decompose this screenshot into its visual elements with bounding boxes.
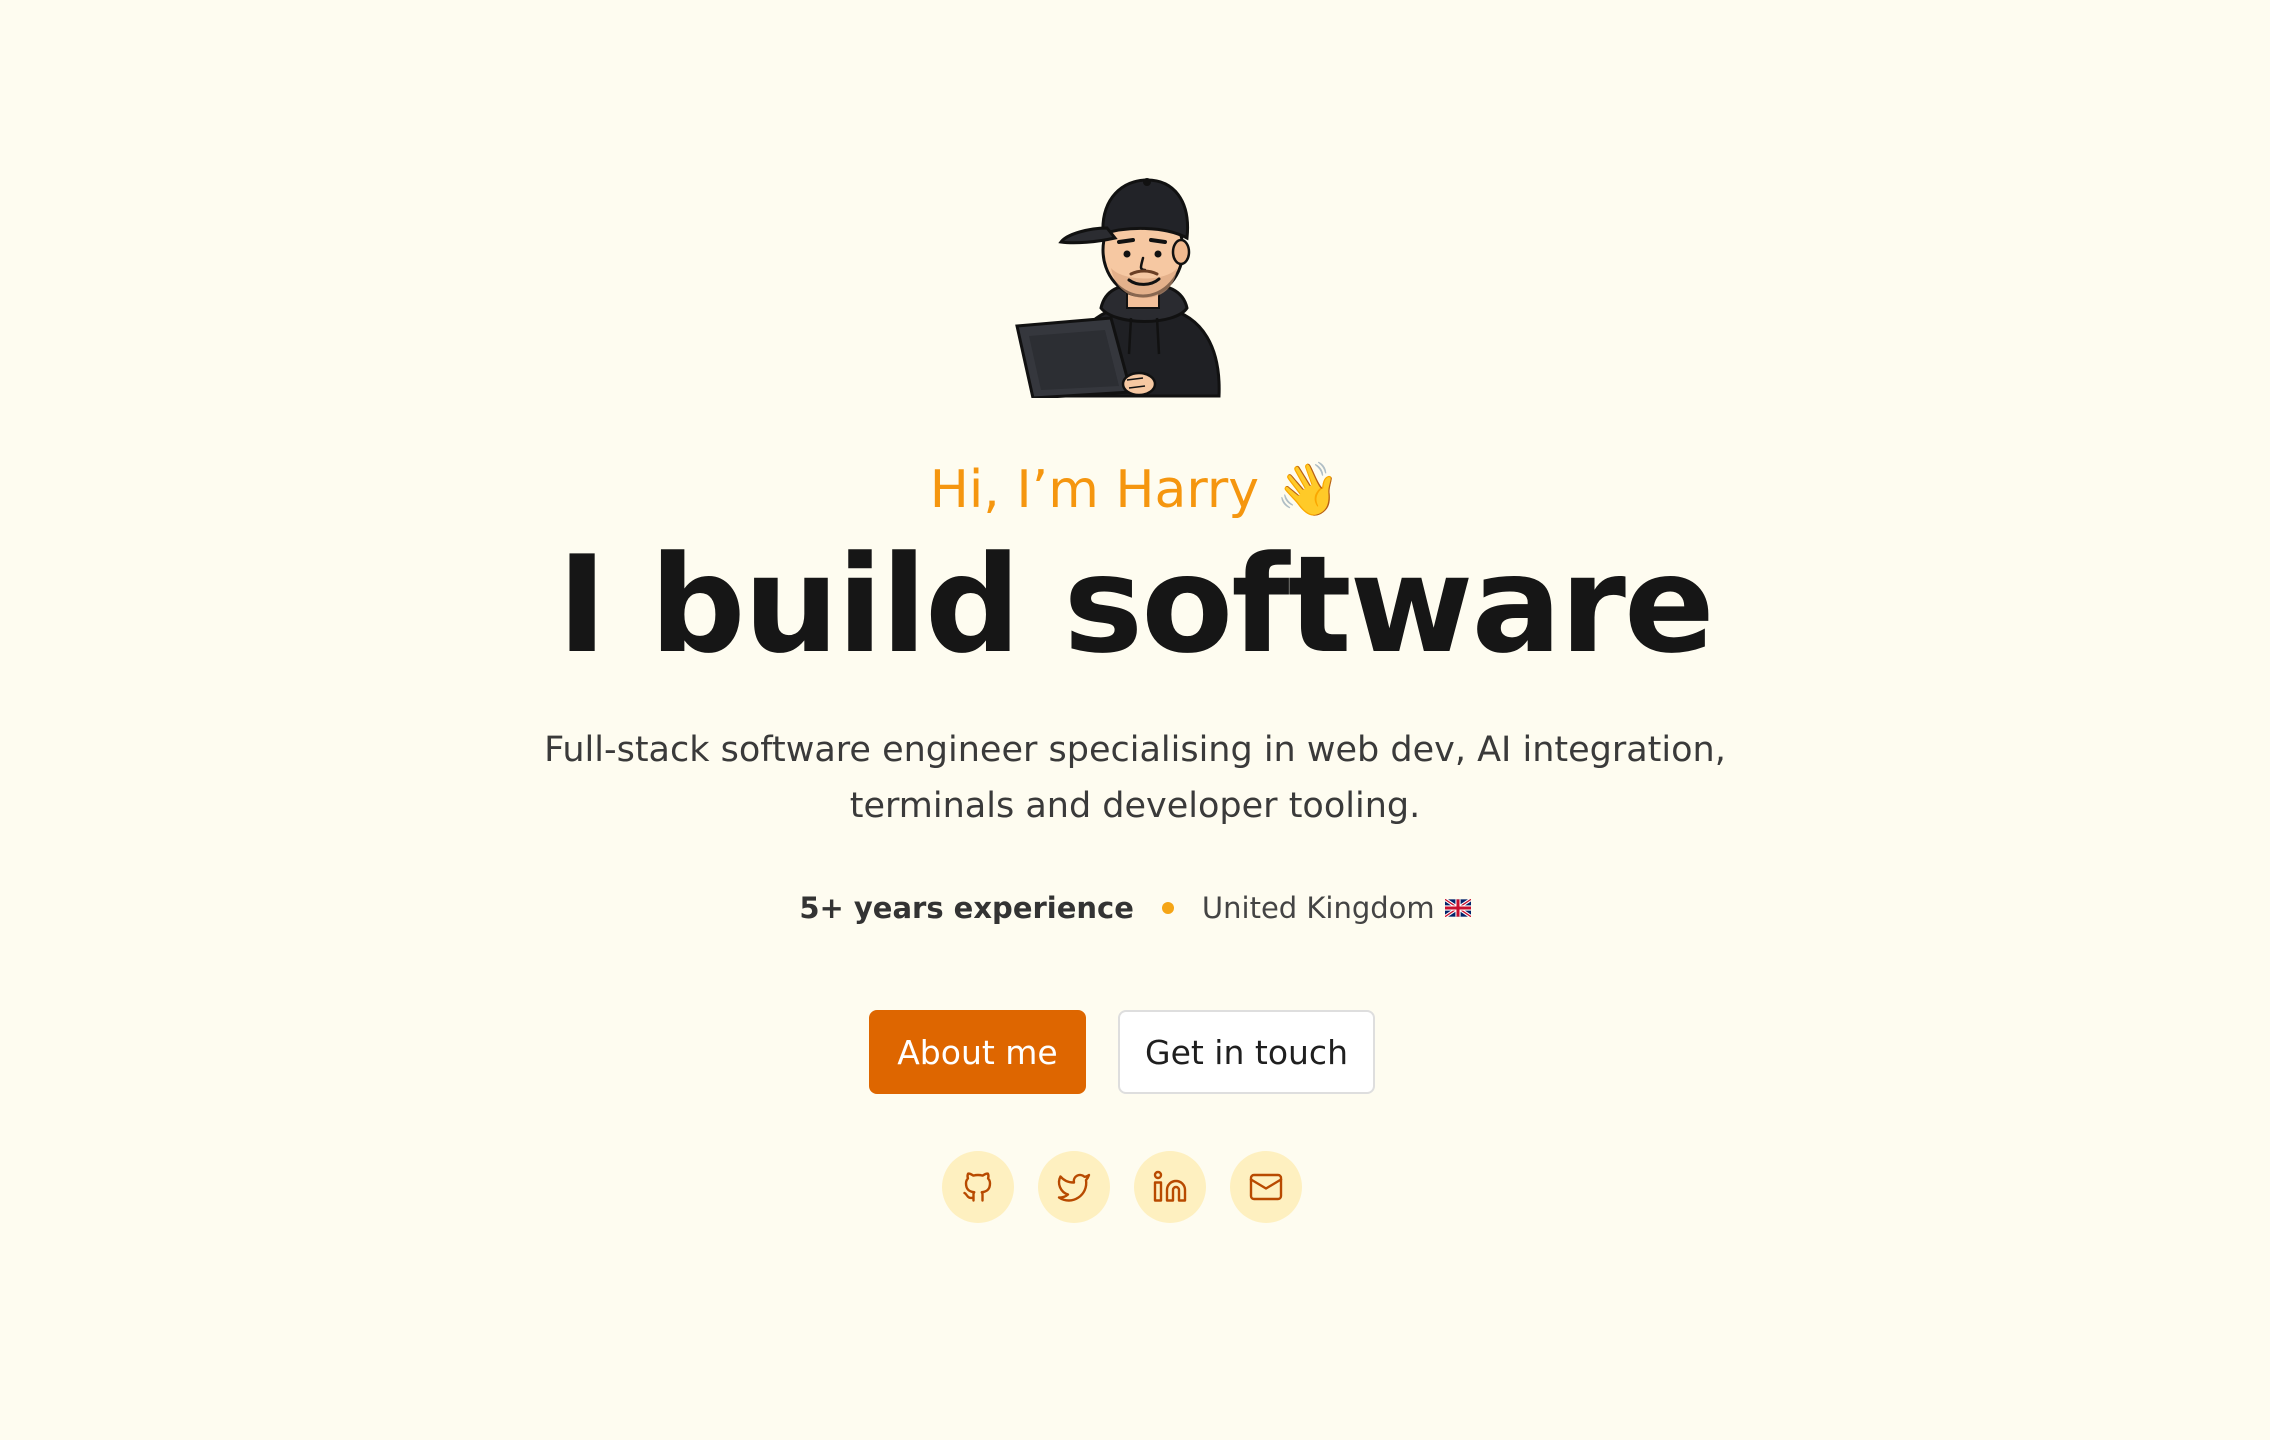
location-text: United Kingdom <box>1201 891 1435 925</box>
uk-flag-icon <box>1444 899 1471 917</box>
waving-hand-icon: 👋 <box>1275 460 1341 520</box>
hero-section: Hi, I’m Harry 👋 I build software Full-st… <box>0 0 2270 1440</box>
experience-text: 5+ years experience <box>799 891 1134 925</box>
headline: I build software <box>557 527 1715 683</box>
greeting-text: Hi, I’m Harry <box>929 460 1259 520</box>
email-link[interactable] <box>1230 1151 1302 1223</box>
about-me-button[interactable]: About me <box>869 1010 1086 1094</box>
linkedin-icon <box>1153 1170 1187 1202</box>
avatar <box>1015 158 1255 398</box>
social-links <box>942 1151 1302 1223</box>
greeting: Hi, I’m Harry 👋 <box>0 458 2270 522</box>
twitter-icon <box>1057 1173 1091 1202</box>
github-icon <box>963 1172 992 1202</box>
meta-info: 5+ years experience United Kingdom <box>0 888 2270 928</box>
subtitle: Full-stack software engineer specialisin… <box>544 730 1726 826</box>
mail-icon <box>1249 1173 1283 1201</box>
linkedin-link[interactable] <box>1134 1151 1206 1223</box>
twitter-link[interactable] <box>1038 1151 1110 1223</box>
developer-avatar-illustration <box>1015 178 1221 398</box>
separator-dot <box>1161 902 1174 914</box>
get-in-touch-button[interactable]: Get in touch <box>1118 1010 1375 1094</box>
github-link[interactable] <box>942 1151 1014 1223</box>
